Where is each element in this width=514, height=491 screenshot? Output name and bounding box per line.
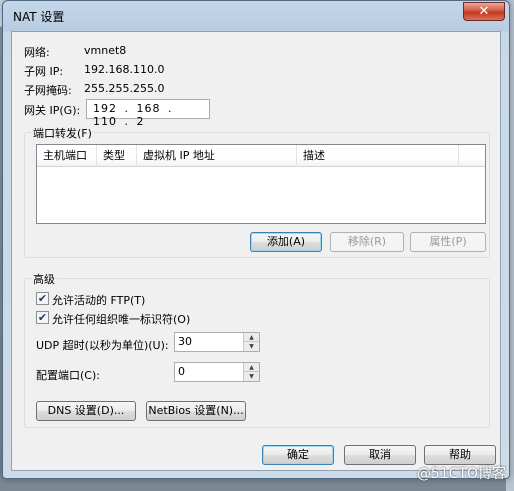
network-value: vmnet8 [84, 44, 127, 57]
allow-ftp-checkbox[interactable]: ✔ [36, 292, 49, 305]
gateway-ip-input[interactable]: 192 . 168 . 110 . 2 [86, 99, 210, 128]
allow-ftp-label: 允许活动的 FTP(T) [52, 294, 146, 307]
config-port-label: 配置端口(C): [36, 369, 100, 382]
nat-settings-dialog: NAT 设置 ✕ 网络: vmnet8 子网 IP: 192.168.110.0… [2, 0, 510, 479]
gateway-ip-value: 192 . 168 . 110 . 2 [93, 102, 173, 128]
spin-up-icon[interactable]: ▲ [243, 363, 259, 372]
port-forwarding-list[interactable]: 主机端口 类型 虚拟机 IP 地址 描述 [36, 144, 486, 224]
window-title: NAT 设置 [13, 10, 65, 24]
add-button[interactable]: 添加(A) [250, 232, 322, 252]
title-bar[interactable]: NAT 设置 ✕ [3, 1, 509, 31]
column-type[interactable]: 类型 [97, 145, 137, 167]
udp-timeout-value: 30 [178, 335, 192, 348]
subnet-mask-label: 子网掩码: [24, 84, 72, 97]
gateway-ip-label: 网关 IP(G): [24, 104, 81, 117]
cancel-button[interactable]: 取消 [344, 445, 416, 465]
close-icon: ✕ [478, 4, 490, 19]
spin-up-icon[interactable]: ▲ [243, 333, 259, 342]
config-port-spinner[interactable]: 0 ▲ ▼ [174, 362, 260, 382]
watermark: @51CTO博客 [416, 466, 506, 482]
dialog-body: 网络: vmnet8 子网 IP: 192.168.110.0 子网掩码: 25… [11, 31, 501, 471]
properties-button[interactable]: 属性(P) [410, 232, 486, 252]
config-port-value: 0 [178, 365, 185, 378]
spinner-buttons: ▲ ▼ [243, 363, 259, 381]
close-button[interactable]: ✕ [463, 2, 505, 21]
udp-timeout-spinner[interactable]: 30 ▲ ▼ [174, 332, 260, 352]
allow-oui-label: 允许任何组织唯一标识符(O) [52, 313, 191, 326]
remove-button[interactable]: 移除(R) [330, 232, 404, 252]
check-icon: ✔ [37, 311, 48, 324]
column-host-port[interactable]: 主机端口 [37, 145, 97, 167]
check-icon: ✔ [37, 292, 48, 305]
spin-down-icon[interactable]: ▼ [243, 342, 259, 351]
spin-down-icon[interactable]: ▼ [243, 372, 259, 381]
network-label: 网络: [24, 46, 50, 59]
advanced-label: 高级 [31, 271, 57, 287]
netbios-settings-button[interactable]: NetBios 设置(N)... [146, 401, 246, 421]
ok-button[interactable]: 确定 [262, 445, 334, 465]
spinner-buttons: ▲ ▼ [243, 333, 259, 351]
port-forwarding-label: 端口转发(F) [31, 125, 94, 141]
list-header: 主机端口 类型 虚拟机 IP 地址 描述 [37, 145, 485, 167]
column-description[interactable]: 描述 [297, 145, 459, 167]
udp-timeout-label: UDP 超时(以秒为单位)(U): [36, 339, 169, 352]
subnet-ip-label: 子网 IP: [24, 65, 64, 78]
subnet-mask-value: 255.255.255.0 [84, 82, 165, 95]
allow-oui-checkbox[interactable]: ✔ [36, 311, 49, 324]
help-button[interactable]: 帮助 [424, 445, 496, 465]
column-vm-ip[interactable]: 虚拟机 IP 地址 [137, 145, 297, 167]
subnet-ip-value: 192.168.110.0 [84, 63, 165, 76]
dns-settings-button[interactable]: DNS 设置(D)... [36, 401, 136, 421]
